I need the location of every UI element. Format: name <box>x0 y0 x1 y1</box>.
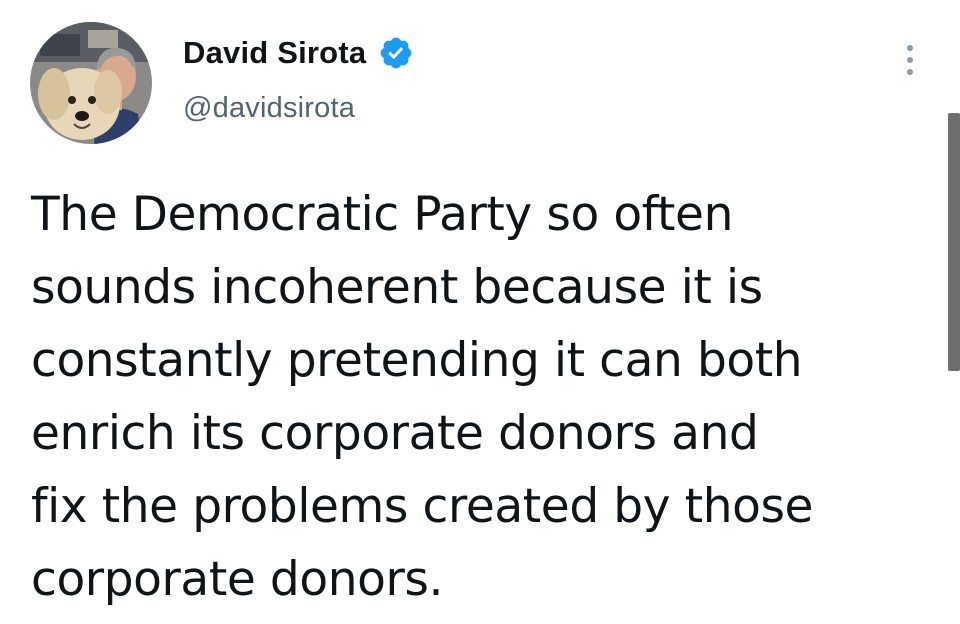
tweet-text-line: fix the problems created by those <box>31 479 814 534</box>
avatar[interactable] <box>30 22 152 144</box>
tweet-text-line: corporate donors. <box>31 552 444 607</box>
author-name-row: David Sirota <box>183 33 414 73</box>
verified-badge-icon <box>378 35 414 71</box>
scrollbar[interactable] <box>948 113 960 371</box>
avatar-image <box>30 22 152 144</box>
tweet-text: The Democratic Party so often sounds inc… <box>31 178 911 616</box>
tweet-text-line: constantly pretending it can both <box>31 333 803 388</box>
author-display-name[interactable]: David Sirota <box>183 35 366 71</box>
tweet-text-line: sounds incoherent because it is <box>31 260 763 315</box>
tweet-card: David Sirota @davidsirota The Democratic… <box>0 0 960 624</box>
tweet-text-line: enrich its corporate donors and <box>31 406 759 461</box>
more-options-icon[interactable] <box>898 40 922 80</box>
tweet-text-line: The Democratic Party so often <box>31 187 733 242</box>
author-handle[interactable]: @davidsirota <box>183 92 355 125</box>
